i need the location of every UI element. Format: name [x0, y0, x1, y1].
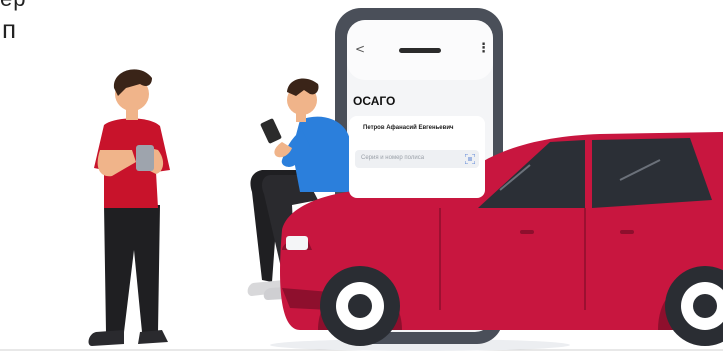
car-hub-rear: [693, 294, 717, 318]
policy-number-placeholder: Серия и номер полиса: [361, 155, 425, 161]
policy-number-input[interactable]: Серия и номер полиса: [355, 150, 479, 168]
page-title: ОСАГО: [353, 94, 396, 108]
chevron-left-icon[interactable]: <: [355, 42, 365, 56]
car-headlight: [286, 236, 308, 250]
phone-notch: [399, 48, 441, 53]
standing-man-legs: [104, 205, 160, 332]
scan-icon[interactable]: [465, 154, 475, 164]
car-door-handle: [520, 230, 534, 234]
standing-man-shoe-left: [88, 330, 124, 346]
car-door-handle-2: [620, 230, 634, 234]
standing-man-phone: [136, 145, 154, 171]
more-vertical-icon[interactable]: ⋮: [477, 41, 490, 56]
standing-man: [88, 69, 170, 346]
standing-man-neck: [126, 108, 138, 120]
sitting-man-neck: [296, 112, 306, 122]
policy-holder-name: Петров Афанасий Евгеньевич: [363, 125, 454, 131]
policy-card[interactable]: Петров Афанасий Евгеньевич Серия и номер…: [349, 116, 485, 198]
sitting-man-phone: [260, 118, 282, 144]
standing-man-shoe-right: [138, 330, 168, 344]
phone-screen-ui: < ⋮ ОСАГО Петров Афанасий Евгеньевич Сер…: [347, 22, 493, 322]
